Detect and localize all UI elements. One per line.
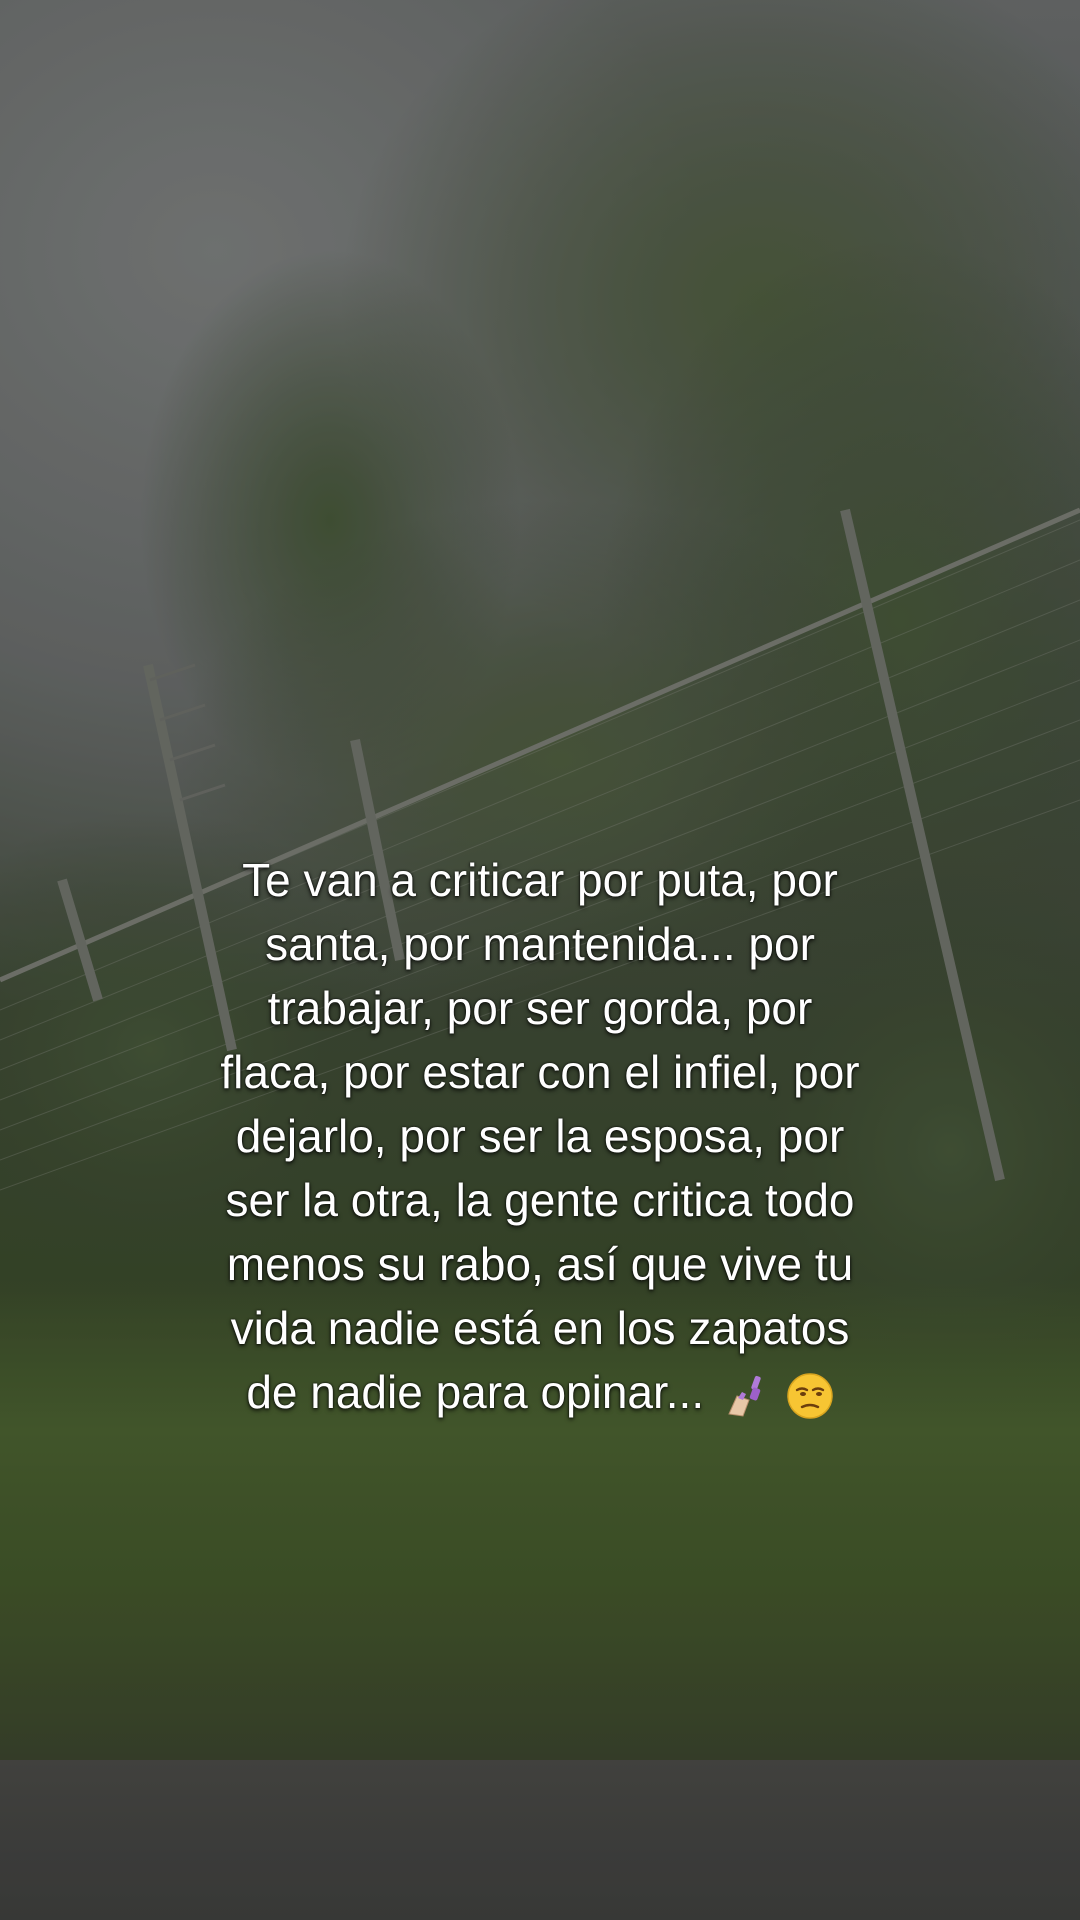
caption-line: flaca, por estar con el infiel, por [220,1046,860,1098]
caption-line: Te van a criticar por puta, por [242,854,838,906]
unamused-face-icon [786,1373,833,1419]
nail-polish-icon [728,1375,761,1417]
caption-line: ser la otra, la gente critica todo [225,1174,855,1226]
caption-text: Te van a criticar por puta, por santa, p… [110,848,970,1424]
caption-line: trabajar, por ser gorda, por [267,982,813,1034]
caption-last-line: de nadie para opinar... [110,1360,970,1424]
caption-line: de nadie para opinar... [246,1366,705,1418]
caption-line: santa, por mantenida... por [265,918,815,970]
caption-line: dejarlo, por ser la esposa, por [235,1110,845,1162]
caption-line: vida nadie está en los zapatos [230,1302,850,1354]
caption-line: menos su rabo, así que vive tu [226,1238,854,1290]
video-frame: Te van a criticar por puta, por santa, p… [0,0,1080,1920]
